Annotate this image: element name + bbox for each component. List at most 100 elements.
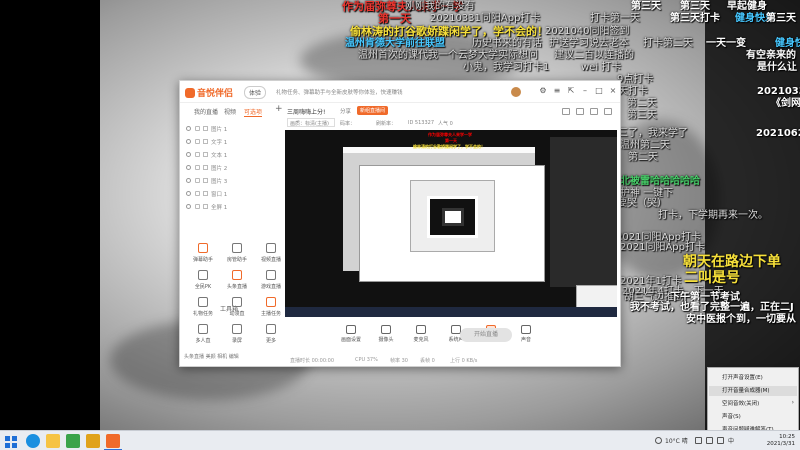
stream-preview[interactable]: 作为届弥尊夫人来学一学 偷林涛的打谷歌娇蹀闲学了，学不会的！ 第一天 [285, 130, 617, 317]
bottom-tool[interactable]: 麦克风 [407, 325, 435, 343]
eye-icon[interactable] [186, 165, 191, 170]
bottom-tool[interactable]: 声音 [512, 325, 540, 343]
settings-icon[interactable]: ⚙ [538, 86, 548, 95]
scene-item[interactable]: 图片 1 [182, 123, 282, 136]
toolbox-item[interactable]: 多人直 [186, 324, 220, 350]
streaming-app-taskbar-icon[interactable] [106, 434, 120, 448]
scene-checkbox[interactable] [203, 178, 208, 183]
fullscreen-icon[interactable] [590, 108, 598, 115]
toolbox-item[interactable]: 录屏 [220, 324, 254, 350]
toolbox-item[interactable]: 头条直播 [220, 270, 254, 296]
experience-chip[interactable]: 体验 [244, 86, 267, 99]
lock-icon[interactable] [195, 204, 200, 209]
chevron-up-icon[interactable] [695, 437, 702, 444]
layout-icon[interactable] [576, 108, 584, 115]
scene-item[interactable]: 窗口 1 [182, 188, 282, 201]
toolbox-item[interactable]: 主播任务 [254, 297, 288, 323]
weather-text[interactable]: 10°C 晴 [665, 436, 688, 445]
scene-item[interactable]: 图片 3 [182, 175, 282, 188]
scene-checkbox[interactable] [203, 152, 208, 157]
toolbox-item[interactable]: 游戏直播 [254, 270, 288, 296]
room-share-link[interactable]: 分享 [340, 107, 351, 115]
screen-settings-icon [346, 325, 356, 334]
start-button[interactable] [4, 434, 18, 448]
toolbox-item[interactable]: 动漫直 [220, 297, 254, 323]
danmaku-comment: 朝天在路边下单 [683, 254, 781, 270]
network-icon[interactable] [706, 437, 713, 444]
minimize-icon[interactable]: – [580, 86, 590, 95]
more-icon [266, 324, 276, 334]
context-menu-item[interactable]: 打开音量合成器(M) [709, 386, 797, 396]
danmaku-comment: 温州首次的课代我一个 [358, 50, 458, 61]
bottom-tool[interactable]: 画面设置 [337, 325, 365, 343]
camera-icon[interactable] [562, 108, 570, 115]
scene-item[interactable]: 全屏 1 [182, 201, 282, 214]
app-icon-green[interactable] [66, 434, 80, 448]
scene-checkbox[interactable] [203, 139, 208, 144]
eye-icon[interactable] [186, 152, 191, 157]
menu-icon[interactable]: ≡ [552, 86, 562, 95]
toolbox-item[interactable]: 更多 [254, 324, 288, 350]
danmaku-comment: 我不考试，也看了完整一遍，正在二J [630, 302, 794, 313]
bottom-tool[interactable]: 摄像头 [372, 325, 400, 343]
close-icon[interactable]: × [608, 86, 618, 95]
file-explorer-icon[interactable] [46, 434, 60, 448]
scene-checkbox[interactable] [203, 191, 208, 196]
tab-video[interactable]: 视频 [224, 107, 236, 116]
app-icon-yellow[interactable] [86, 434, 100, 448]
lock-icon[interactable] [195, 126, 200, 131]
tab-my-live[interactable]: 我的直播 [194, 107, 218, 116]
more-icon[interactable] [604, 108, 612, 115]
windows-icon [5, 436, 17, 448]
context-menu-item[interactable]: 声音(S) [722, 412, 741, 420]
volume-icon[interactable] [717, 437, 724, 444]
eye-icon[interactable] [186, 204, 191, 209]
lock-icon[interactable] [195, 165, 200, 170]
app-notice: 礼物任务、弹幕助手与全新皮肤等你体验，快速赚钱 [276, 90, 403, 96]
scene-item[interactable]: 文字 1 [182, 136, 282, 149]
toolbox-item-label: 房管助手 [226, 257, 247, 263]
context-menu-item[interactable]: 空间音效(关闭) [722, 399, 759, 407]
eye-icon[interactable] [186, 191, 191, 196]
system-clock[interactable]: 10:25 2021/3/31 [755, 434, 795, 448]
toolbox-item[interactable]: 视频直播 [254, 243, 288, 269]
stream-info-item: 码率： [340, 121, 356, 127]
room-badge[interactable]: 新组直播间 [357, 106, 389, 115]
toolbox-item[interactable]: 全民PK [186, 270, 220, 296]
danmaku-icon [198, 243, 208, 253]
scene-checkbox[interactable] [203, 204, 208, 209]
toolbox-item[interactable]: 礼物任务 [186, 297, 220, 323]
eye-icon[interactable] [186, 178, 191, 183]
lock-icon[interactable] [195, 191, 200, 196]
danmaku-comment: 打卡第二天 [643, 38, 693, 49]
scene-item[interactable]: 文本 1 [182, 149, 282, 162]
toolbox-item-label: 多人直 [195, 338, 211, 344]
room-title[interactable]: 三周嗨嗨上分! [287, 107, 325, 116]
scene-checkbox[interactable] [203, 126, 208, 131]
eye-icon[interactable] [186, 126, 191, 131]
toolbox-item[interactable]: 弹幕助手 [186, 243, 220, 269]
edge-icon[interactable] [26, 434, 40, 448]
context-menu-item[interactable]: 打开声音设置(E) [722, 373, 763, 381]
add-scene-icon[interactable]: + [275, 104, 283, 114]
bottom-tool-label: 麦克风 [413, 337, 429, 343]
weather-icon[interactable] [655, 437, 662, 444]
danmaku-comment: 要哭（哭） [617, 198, 667, 209]
pin-icon[interactable]: ⇱ [566, 86, 576, 95]
danmaku-comment: 建议二百以连播的 [554, 50, 634, 61]
danmaku-comment: 历史书来的有话 [472, 38, 542, 49]
lock-icon[interactable] [195, 139, 200, 144]
tab-options[interactable]: 可选项 [244, 107, 263, 117]
lock-icon[interactable] [195, 152, 200, 157]
user-avatar[interactable] [510, 86, 522, 98]
lock-icon[interactable] [195, 178, 200, 183]
start-live-button[interactable]: 开始直播 [460, 328, 512, 342]
status-item: 帧率 30 [390, 358, 408, 364]
maximize-icon[interactable]: □ [594, 86, 604, 95]
eye-icon[interactable] [186, 139, 191, 144]
scene-checkbox[interactable] [203, 165, 208, 170]
scene-item[interactable]: 图片 2 [182, 162, 282, 175]
input-language[interactable]: 中 [728, 436, 734, 445]
toolbox-item[interactable]: 房管助手 [220, 243, 254, 269]
danmaku-comment: 小鬼，我学习打卡1 [463, 62, 550, 73]
